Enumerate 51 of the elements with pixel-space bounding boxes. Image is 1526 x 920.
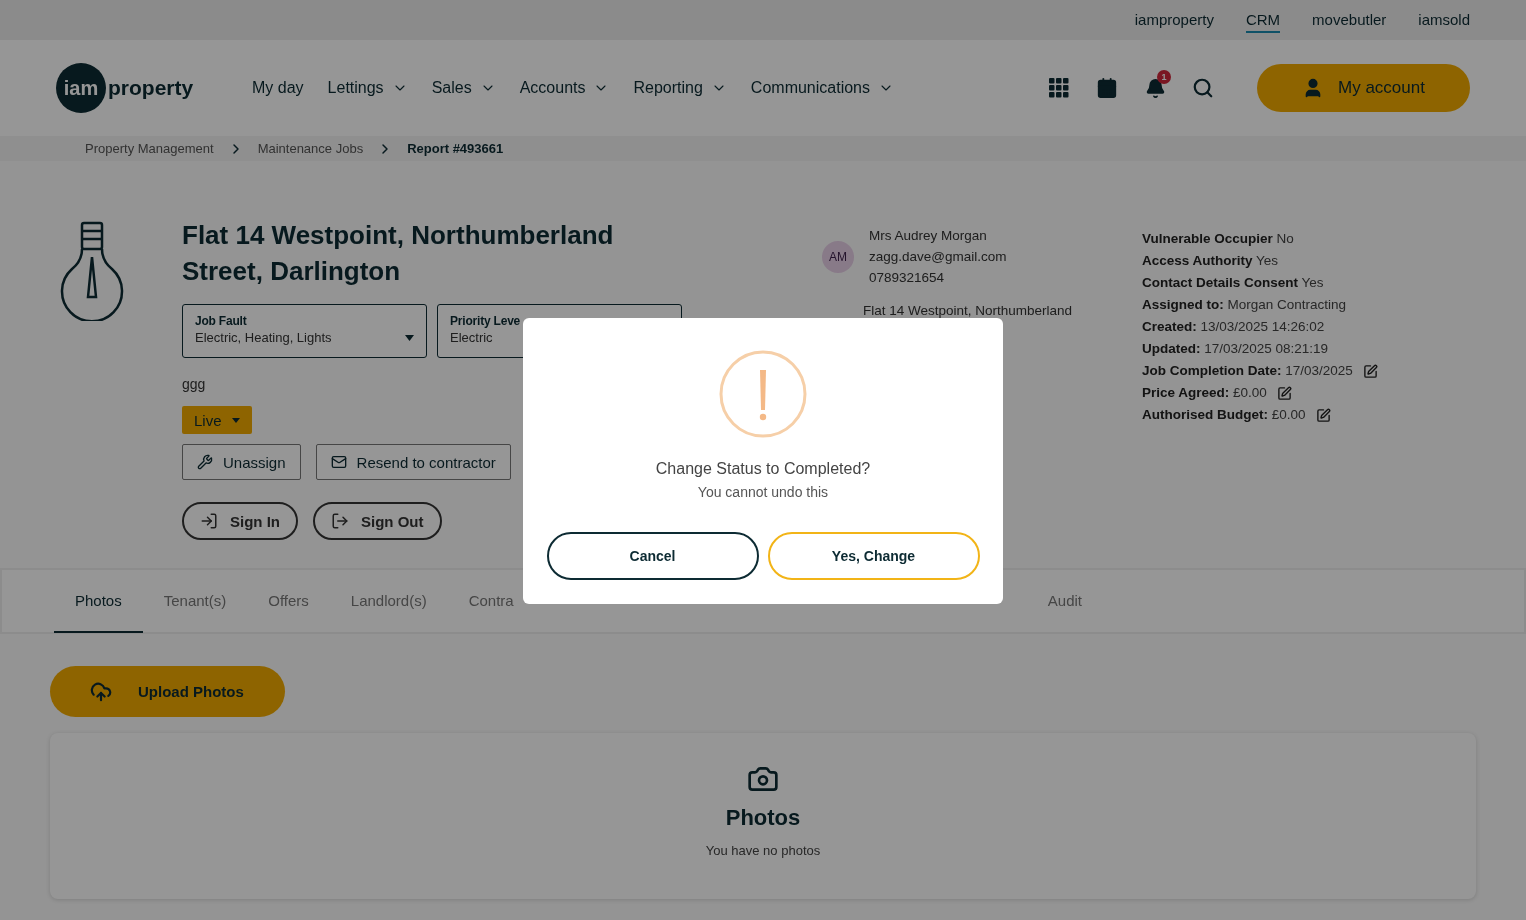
dialog-message: You cannot undo this <box>697 484 829 500</box>
contact-address: Flat 14 Westpoint, Northumberland <box>863 303 1074 318</box>
upload-button[interactable]: Upload Photos <box>50 666 285 717</box>
detail-text: Access Authority Yes <box>1142 252 1279 270</box>
account-button[interactable]: My account <box>1257 64 1470 112</box>
tab[interactable]: Offers <box>247 570 330 633</box>
detail-text: Price Agreed: £0.00 <box>1142 384 1267 402</box>
contact-email: zagg.dave@gmail.com <box>869 248 1008 266</box>
action-button[interactable]: Unassign <box>182 444 301 480</box>
sign-button[interactable]: Sign Out <box>313 502 442 540</box>
action-button[interactable]: Resend to contractor <box>315 444 511 480</box>
top-link[interactable]: CRM <box>1245 7 1281 33</box>
detail-text: Assigned to: Morgan Contracting <box>1142 296 1347 314</box>
job-title: Flat 14 Westpoint, Northumberland Street, Darlington <box>182 219 615 288</box>
nav-item[interactable]: Accounts <box>519 79 610 97</box>
nav-item[interactable]: Reporting <box>633 79 727 97</box>
logo: iam property <box>56 63 252 113</box>
detail-text: Updated: 17/03/2025 08:21:19 <box>1142 340 1329 358</box>
tab[interactable]: Photos <box>54 570 143 633</box>
tab[interactable]: Tenant(s) <box>142 570 248 633</box>
breadcrumb-link[interactable]: Report #493661 <box>407 141 504 156</box>
dialog-button[interactable]: Yes, Change <box>767 532 980 580</box>
top-link[interactable]: movebutler <box>1312 7 1387 33</box>
tab[interactable]: Audit <box>1026 570 1103 633</box>
top-link[interactable]: iamproperty <box>1134 7 1214 33</box>
nav-item[interactable]: Communications <box>750 79 894 97</box>
detail-text: Authorised Budget: £0.00 <box>1142 406 1306 424</box>
dropdown-field[interactable]: Job Fault Electric, Heating, Lights <box>182 304 427 358</box>
card-title: Photos <box>725 805 801 831</box>
detail-text: Job Completion Date: 17/03/2025 <box>1142 362 1353 380</box>
top-link[interactable]: iamsold <box>1418 7 1470 33</box>
nav-item[interactable]: Sales <box>431 79 496 97</box>
detail-text: Created: 13/03/2025 14:26:02 <box>1142 318 1325 336</box>
breadcrumb-link[interactable]: Property Management <box>85 141 214 156</box>
breadcrumb-link[interactable]: Maintenance Jobs <box>257 141 364 156</box>
nav-item[interactable]: Lettings <box>327 79 408 97</box>
description-text: ggg <box>182 376 207 392</box>
contact-name: Mrs Audrey Morgan <box>869 227 988 245</box>
sign-button[interactable]: Sign In <box>182 502 298 540</box>
empty-text: You have no photos <box>705 843 821 858</box>
detail-text: Vulnerable Occupier No <box>1142 230 1294 248</box>
tab[interactable]: Landlord(s) <box>329 570 448 633</box>
status-dropdown-button[interactable]: Live <box>182 406 252 434</box>
notification-badge: 1 <box>1157 70 1171 84</box>
detail-text: Contact Details Consent Yes <box>1142 274 1324 292</box>
avatar: AM <box>822 240 854 273</box>
dialog-title: Change Status to Completed? <box>655 460 871 478</box>
nav-item[interactable]: My day <box>252 79 304 97</box>
tab[interactable]: Contra <box>447 570 535 633</box>
contact-phone: 0789321654 <box>869 269 946 287</box>
dialog-button[interactable]: Cancel <box>546 532 759 580</box>
